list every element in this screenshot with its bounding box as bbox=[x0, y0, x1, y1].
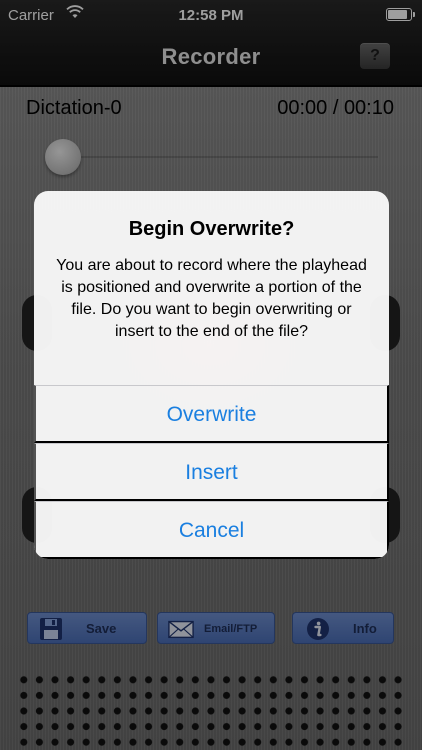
cancel-button[interactable]: Cancel bbox=[34, 501, 389, 559]
overwrite-button[interactable]: Overwrite bbox=[34, 385, 389, 443]
insert-button[interactable]: Insert bbox=[34, 443, 389, 501]
overwrite-alert-dialog: Begin Overwrite? You are about to record… bbox=[34, 191, 389, 559]
recorder-screen: Carrier 12:58 PM Recorder ? Dictation-0 … bbox=[0, 0, 422, 750]
alert-title: Begin Overwrite? bbox=[128, 218, 295, 240]
alert-message: You are about to record where the playhe… bbox=[56, 257, 367, 340]
